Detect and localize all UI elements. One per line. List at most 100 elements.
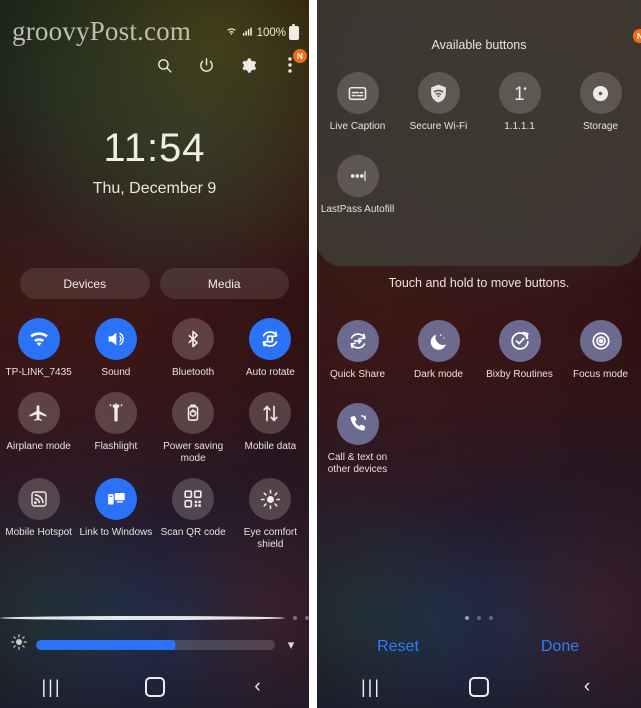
tile-link-to-windows[interactable]: Link to Windows bbox=[77, 478, 154, 551]
quick-settings-panel: groovyPost.com 100% N 11:54 Thu, Decembe… bbox=[0, 0, 309, 708]
page-dot[interactable] bbox=[293, 616, 297, 620]
page-dot[interactable] bbox=[477, 616, 481, 620]
tile-label: Eye comfort shield bbox=[243, 527, 298, 550]
clock-time: 11:54 bbox=[103, 126, 206, 170]
tile-label: Live Caption bbox=[329, 121, 386, 132]
qr-code-icon bbox=[172, 478, 215, 520]
tile-label: Mobile data bbox=[244, 441, 297, 452]
clock-date: Thu, December 9 bbox=[92, 180, 217, 197]
tile-dark-mode[interactable]: Dark mode bbox=[398, 320, 479, 381]
status-bar: 100% bbox=[225, 24, 299, 40]
panel-divider bbox=[309, 0, 317, 708]
one-one-one-one-icon: 1 bbox=[498, 72, 541, 114]
media-button[interactable]: Media bbox=[159, 268, 289, 299]
settings-gear-icon[interactable] bbox=[237, 54, 259, 76]
tile-label: Storage bbox=[582, 121, 619, 132]
tile-sound[interactable]: Sound bbox=[77, 318, 154, 379]
tile-row: Quick Share Dark mode Bixby Routines Foc… bbox=[317, 320, 641, 381]
tile-eye-comfort-shield[interactable]: Eye comfort shield bbox=[232, 478, 309, 551]
lastpass-icon bbox=[336, 155, 379, 197]
call-text-other-devices-icon bbox=[336, 403, 379, 445]
tile-placeholder bbox=[479, 403, 560, 476]
recents-icon[interactable]: ||| bbox=[317, 677, 425, 698]
tile-wifi[interactable]: TP-LINK_7435 bbox=[0, 318, 77, 379]
auto-rotate-icon bbox=[249, 318, 292, 360]
chevron-down-icon[interactable]: ▾ bbox=[283, 637, 299, 653]
tile-label: Airplane mode bbox=[6, 441, 71, 452]
watermark: groovyPost.com bbox=[12, 16, 192, 46]
page-dot[interactable] bbox=[489, 616, 493, 620]
done-button[interactable]: Done bbox=[479, 638, 641, 656]
bluetooth-icon bbox=[172, 318, 215, 360]
tile-label: Focus mode bbox=[572, 369, 629, 380]
focus-mode-icon bbox=[579, 320, 622, 362]
drag-hint-text: Touch and hold to move buttons. bbox=[388, 276, 570, 290]
back-icon[interactable]: ‹ bbox=[533, 676, 641, 698]
tile-bluetooth[interactable]: Bluetooth bbox=[155, 318, 232, 379]
tile-label: Link to Windows bbox=[79, 527, 153, 538]
more-options-icon[interactable]: N bbox=[279, 49, 307, 76]
quick-share-icon bbox=[336, 320, 379, 362]
devices-button[interactable]: Devices bbox=[20, 268, 150, 299]
tile-row: Call & text on other devices bbox=[317, 403, 641, 476]
page-dot-active[interactable] bbox=[465, 616, 469, 620]
tile-label: Power saving mode bbox=[163, 441, 224, 464]
storage-icon bbox=[579, 72, 622, 114]
power-icon[interactable] bbox=[195, 54, 217, 76]
brightness-icon bbox=[10, 633, 28, 656]
quick-tiles-grid: TP-LINK_7435 Sound Bluetooth Auto rotate… bbox=[0, 318, 309, 551]
svg-text:1: 1 bbox=[514, 84, 525, 105]
brightness-fill bbox=[36, 639, 168, 650]
tile-placeholder bbox=[398, 155, 479, 216]
tile-label: Secure Wi-Fi bbox=[409, 121, 468, 132]
shortcut-row: Devices Media bbox=[20, 268, 289, 299]
tile-mobile-data[interactable]: Mobile data bbox=[232, 392, 309, 465]
reset-button[interactable]: Reset bbox=[317, 638, 479, 656]
bixby-routines-icon bbox=[498, 320, 541, 362]
brightness-slider-row: ▾ bbox=[0, 633, 309, 656]
tile-power-saving-mode[interactable]: Power saving mode bbox=[155, 392, 232, 465]
tile-label: Flashlight bbox=[94, 441, 138, 452]
battery-percent-label: 100% bbox=[256, 27, 286, 39]
tile-auto-rotate[interactable]: Auto rotate bbox=[232, 318, 309, 379]
tile-bixby-routines[interactable]: Bixby Routines bbox=[479, 320, 560, 381]
brightness-track[interactable] bbox=[36, 639, 275, 650]
tile-mobile-hotspot[interactable]: Mobile Hotspot bbox=[0, 478, 77, 551]
home-icon[interactable] bbox=[103, 677, 206, 697]
tile-label: 1.1.1.1 bbox=[504, 121, 535, 132]
live-caption-icon bbox=[336, 72, 379, 114]
tile-label: Scan QR code bbox=[160, 527, 226, 538]
home-icon[interactable] bbox=[425, 677, 533, 697]
page-dot[interactable] bbox=[305, 616, 309, 620]
tile-quick-share[interactable]: Quick Share bbox=[317, 320, 398, 381]
tile-live-caption[interactable]: N Live Caption bbox=[317, 29, 641, 133]
tile-label: TP-LINK_7435 bbox=[5, 367, 72, 378]
secure-wifi-icon bbox=[417, 72, 460, 114]
tile-placeholder bbox=[560, 403, 641, 476]
page-dot-active[interactable] bbox=[0, 616, 285, 620]
tile-secure-wifi[interactable]: N Secure Wi-Fi bbox=[398, 29, 641, 133]
tile-flashlight[interactable]: Flashlight bbox=[77, 392, 154, 465]
tile-row: Airplane mode Flashlight Power saving mo… bbox=[0, 392, 309, 465]
tile-focus-mode[interactable]: Focus mode bbox=[560, 320, 641, 381]
tile-label: Bluetooth bbox=[171, 367, 215, 378]
header-actions: N bbox=[153, 49, 307, 76]
tile-call-text-other-devices[interactable]: Call & text on other devices bbox=[317, 403, 398, 476]
navigation-bar: ||| ‹ bbox=[317, 666, 641, 708]
tile-storage[interactable]: N Storage bbox=[560, 29, 641, 133]
recents-icon[interactable]: ||| bbox=[0, 677, 103, 698]
notification-badge: N bbox=[293, 49, 307, 63]
tile-airplane-mode[interactable]: Airplane mode bbox=[0, 392, 77, 465]
tile-label: Bixby Routines bbox=[486, 369, 553, 380]
tile-scan-qr-code[interactable]: Scan QR code bbox=[155, 478, 232, 551]
brightness-knob[interactable] bbox=[158, 639, 176, 650]
tile-row: TP-LINK_7435 Sound Bluetooth Auto rotate bbox=[0, 318, 309, 379]
tile-lastpass-autofill[interactable]: N LastPass Autofill bbox=[317, 29, 641, 216]
eye-comfort-icon bbox=[249, 478, 292, 520]
tile-row: N LastPass Autofill bbox=[317, 29, 641, 216]
back-icon[interactable]: ‹ bbox=[206, 676, 309, 698]
flashlight-icon bbox=[94, 392, 137, 434]
tile-1111[interactable]: 1 N 1.1.1.1 bbox=[479, 29, 641, 133]
tile-label: Call & text on other devices bbox=[327, 452, 388, 475]
search-icon[interactable] bbox=[153, 54, 175, 76]
